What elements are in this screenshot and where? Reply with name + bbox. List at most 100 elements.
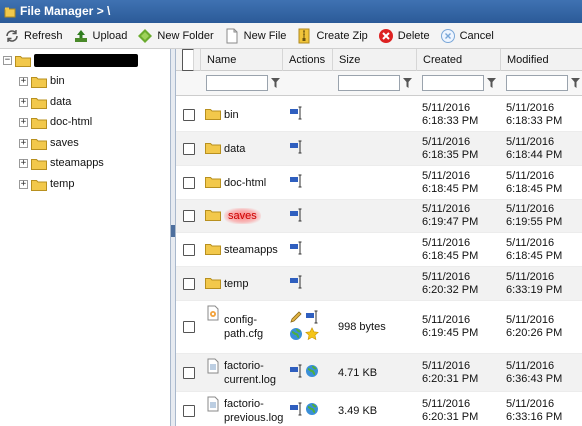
row-checkbox[interactable]	[183, 404, 195, 417]
rename-icon[interactable]	[289, 402, 303, 419]
tree-item-temp[interactable]: + temp	[19, 176, 74, 192]
created-filter-icon[interactable]	[487, 78, 496, 88]
modified-time: 6:19:55 PM	[506, 216, 563, 228]
file-name-line1: factorio-	[224, 397, 264, 410]
table-row[interactable]: doc-html 5/11/2016 6:18:45 PM 5/11/2016 6:18…	[176, 166, 582, 200]
modified-filter-icon[interactable]	[571, 78, 580, 88]
name-cell[interactable]: bin	[205, 98, 285, 131]
tree-item-doc-html[interactable]: + doc-html	[19, 114, 92, 130]
globe-icon[interactable]	[305, 364, 319, 381]
new-file-button[interactable]: New File	[220, 24, 293, 48]
tree-item-steamapps[interactable]: + steamapps	[19, 155, 104, 171]
tree-root[interactable]: −	[3, 52, 138, 68]
delete-icon	[378, 28, 393, 43]
expand-icon[interactable]: +	[19, 138, 28, 148]
refresh-button[interactable]: Refresh	[0, 24, 69, 48]
name-filter-input[interactable]	[206, 75, 268, 91]
name-cell[interactable]: saves	[205, 200, 285, 232]
expand-icon[interactable]: +	[19, 117, 28, 127]
modified-time: 6:36:43 PM	[506, 372, 563, 385]
tree-item-saves[interactable]: + saves	[19, 135, 79, 151]
file-name-link[interactable]: saves	[224, 208, 261, 224]
rename-icon[interactable]	[305, 310, 319, 327]
table-row[interactable]: factorio-current.log 4.71 KB 5/11/2016 6:20…	[176, 354, 582, 392]
file-name-link[interactable]: config-path.cfg	[224, 313, 263, 341]
file-name-link[interactable]: doc-html	[224, 176, 266, 190]
new-folder-button[interactable]: New Folder	[133, 24, 219, 48]
select-all-checkbox[interactable]	[182, 49, 194, 71]
expand-icon[interactable]: +	[19, 97, 28, 107]
header-size[interactable]: Size	[333, 49, 417, 71]
table-row[interactable]: steamapps 5/11/2016 6:18:45 PM 5/11/2016 6:1…	[176, 233, 582, 267]
star-icon[interactable]	[305, 327, 319, 344]
created-time: 6:20:31 PM	[422, 410, 479, 423]
row-checkbox[interactable]	[183, 142, 195, 155]
file-name-link[interactable]: steamapps	[224, 243, 278, 257]
row-checkbox[interactable]	[183, 321, 195, 333]
row-checkbox[interactable]	[183, 366, 195, 379]
file-name-link[interactable]: bin	[224, 108, 239, 122]
globe-icon[interactable]	[289, 327, 303, 344]
row-checkbox[interactable]	[183, 108, 195, 121]
rename-icon[interactable]	[289, 364, 303, 381]
name-cell[interactable]: factorio-previous.log	[205, 392, 285, 426]
name-cell[interactable]: doc-html	[205, 166, 285, 199]
name-cell[interactable]: steamapps	[205, 233, 285, 266]
file-name-link[interactable]: temp	[224, 277, 248, 291]
name-cell[interactable]: data	[205, 132, 285, 165]
table-row[interactable]: temp 5/11/2016 6:20:32 PM 5/11/2016 6:33:19 …	[176, 267, 582, 301]
row-checkbox[interactable]	[183, 176, 195, 189]
tree-item-bin[interactable]: + bin	[19, 73, 65, 89]
rename-icon[interactable]	[289, 275, 303, 292]
created-cell: 5/11/2016 6:18:45 PM	[422, 166, 478, 199]
edit-icon[interactable]	[289, 310, 303, 327]
globe-icon[interactable]	[305, 402, 319, 419]
folder-icon	[31, 179, 47, 191]
rename-icon[interactable]	[289, 174, 303, 191]
row-checkbox[interactable]	[183, 243, 195, 256]
created-cell: 5/11/2016 6:18:35 PM	[422, 132, 478, 165]
table-row[interactable]: data 5/11/2016 6:18:35 PM 5/11/2016 6:18:44 …	[176, 132, 582, 166]
splitter-handle[interactable]	[171, 225, 175, 237]
folder-icon	[205, 242, 221, 258]
collapse-icon[interactable]: −	[3, 55, 12, 65]
rename-icon[interactable]	[289, 140, 303, 157]
created-cell: 5/11/2016 6:19:45 PM	[422, 301, 478, 353]
header-modified[interactable]: Modified	[501, 49, 582, 71]
name-filter-icon[interactable]	[271, 78, 280, 88]
header-name[interactable]: Name	[201, 49, 283, 71]
expand-icon[interactable]: +	[19, 179, 28, 189]
table-row[interactable]: bin 5/11/2016 6:18:33 PM 5/11/2016 6:18:33 P…	[176, 98, 582, 132]
expand-icon[interactable]: +	[19, 158, 28, 168]
create-zip-button[interactable]: Create Zip	[292, 24, 373, 48]
rename-icon[interactable]	[289, 241, 303, 258]
rename-icon[interactable]	[289, 106, 303, 123]
file-name-link[interactable]: data	[224, 142, 245, 156]
row-checkbox[interactable]	[183, 277, 195, 290]
upload-button[interactable]: Upload	[69, 24, 134, 48]
expand-icon[interactable]: +	[19, 76, 28, 86]
header-created[interactable]: Created	[417, 49, 501, 71]
modified-cell: 5/11/2016 6:18:33 PM	[506, 98, 562, 131]
size-filter-icon[interactable]	[403, 78, 412, 88]
created-time: 6:19:47 PM	[422, 216, 479, 228]
modified-time: 6:18:44 PM	[506, 148, 563, 161]
tree-item-data[interactable]: + data	[19, 94, 71, 110]
folder-icon	[205, 175, 221, 191]
size-filter-input[interactable]	[338, 75, 400, 91]
table-row[interactable]: factorio-previous.log 3.49 KB 5/11/2016 6:2…	[176, 392, 582, 426]
name-cell[interactable]: temp	[205, 267, 285, 300]
modified-time: 6:33:16 PM	[506, 410, 563, 423]
rename-icon[interactable]	[289, 208, 303, 225]
name-cell[interactable]: config-path.cfg	[205, 301, 285, 353]
table-row[interactable]: config-path.cfg 998 bytes 5/11/2016 6:19:45…	[176, 301, 582, 354]
row-checkbox[interactable]	[183, 210, 195, 222]
created-filter-input[interactable]	[422, 75, 484, 91]
name-cell[interactable]: factorio-current.log	[205, 354, 285, 391]
table-row[interactable]: saves 5/11/2016 6:19:47 PM 5/11/2016 6:19:55…	[176, 200, 582, 233]
cancel-button[interactable]: Cancel	[436, 24, 500, 48]
modified-filter-input[interactable]	[506, 75, 568, 91]
file-name-link[interactable]: factorio-current.log	[224, 359, 276, 387]
file-name-link[interactable]: factorio-previous.log	[224, 397, 283, 425]
delete-button[interactable]: Delete	[374, 24, 436, 48]
